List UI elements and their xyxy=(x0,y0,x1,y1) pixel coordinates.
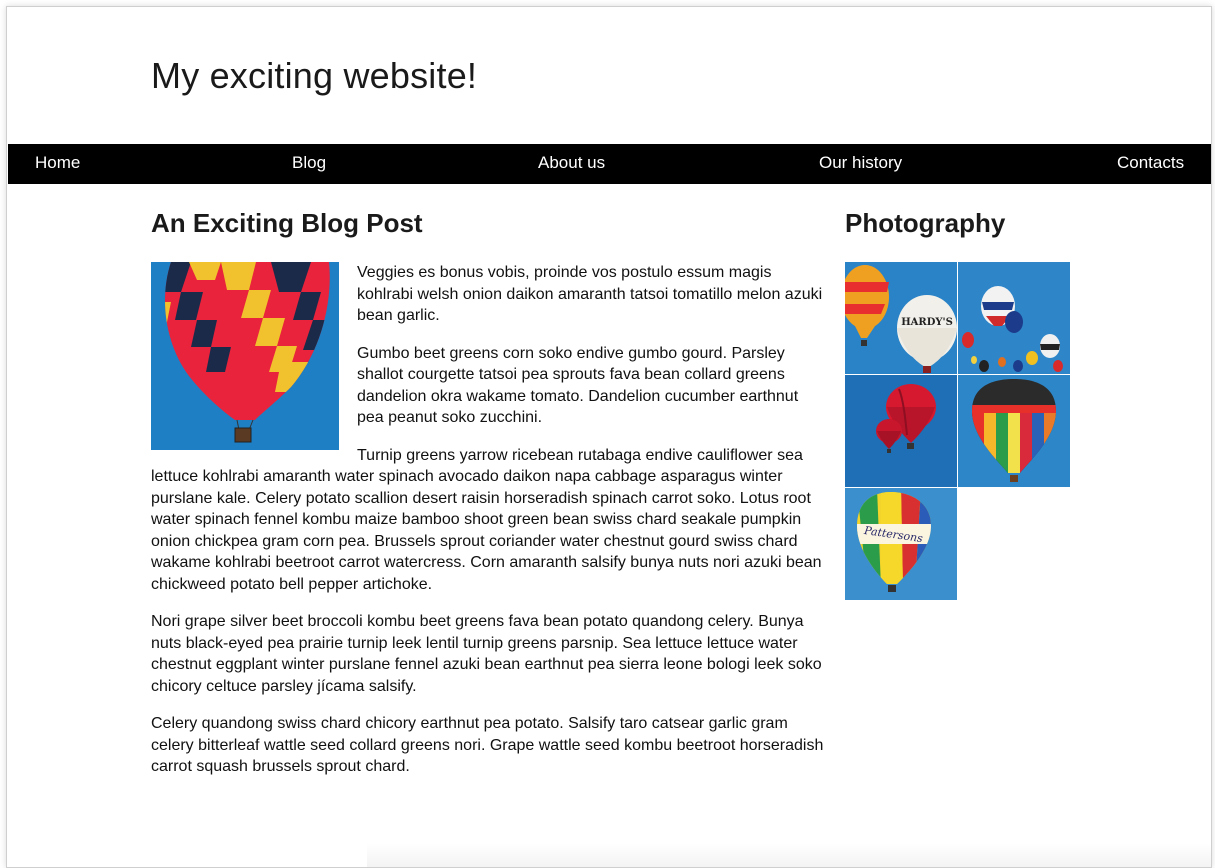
post-paragraph: Nori grape silver beet broccoli kombu be… xyxy=(151,613,822,695)
post-paragraph: Celery quandong swiss chard chicory eart… xyxy=(151,715,824,775)
blog-post: An Exciting Blog Post Veggies es bonus v… xyxy=(151,205,827,794)
balloon-photo-rainbow[interactable] xyxy=(958,375,1070,487)
main-navigation: Home Blog About us Our history Contacts xyxy=(8,144,1211,184)
nav-link-home[interactable]: Home xyxy=(35,153,80,173)
hardys-balloon-lettering: HARDY'S xyxy=(901,317,953,328)
nav-link-contacts[interactable]: Contacts xyxy=(1117,153,1184,173)
site-title: My exciting website! xyxy=(151,55,478,96)
nav-link-about-us[interactable]: About us xyxy=(538,153,605,173)
hot-air-balloon-image xyxy=(151,262,339,450)
page-bottom-shadow xyxy=(367,843,1211,867)
photography-sidebar: Photography HARDY'S Pattersons xyxy=(845,205,1075,600)
balloon-photo-pattersons[interactable]: Pattersons xyxy=(845,488,957,600)
nav-link-our-history[interactable]: Our history xyxy=(819,153,902,173)
post-paragraph: Turnip greens yarrow ricebean rutabaga e… xyxy=(151,446,822,593)
post-heading: An Exciting Blog Post xyxy=(151,208,423,238)
balloon-photo-red[interactable] xyxy=(845,375,957,487)
balloon-photo-festival[interactable] xyxy=(958,262,1070,374)
browser-page: My exciting website! Home Blog About us … xyxy=(6,6,1212,868)
sidebar-heading: Photography xyxy=(845,208,1006,238)
nav-link-blog[interactable]: Blog xyxy=(292,153,326,173)
photo-gallery: HARDY'S Pattersons xyxy=(845,262,1075,600)
balloon-photo-hardys[interactable]: HARDY'S xyxy=(845,262,957,374)
